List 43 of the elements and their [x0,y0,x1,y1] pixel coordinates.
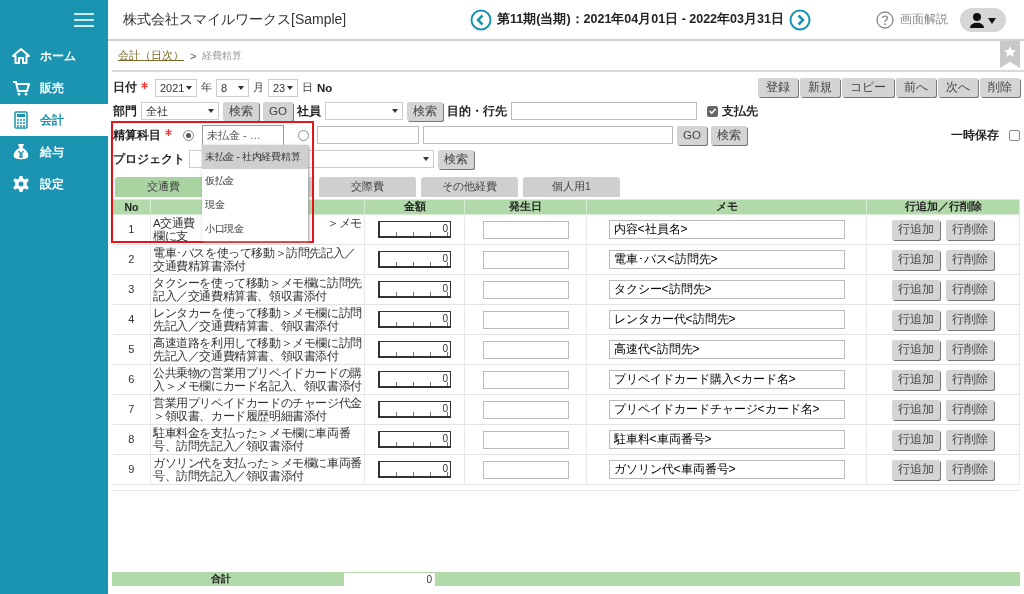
total-label: 合計 [210,572,232,586]
breadcrumb-separator: > [190,49,197,62]
row-number: 1 [112,214,151,245]
description-text: 公共乗物の営業用プリペイドカードの購入＞メモ欄にカード名記入、領収書添付 [153,366,362,392]
total-amount: 0 [344,572,435,586]
description-fragment: 欄に支 [153,229,188,243]
row-number: 7 [112,394,151,425]
description-fragment: A交通費 [153,216,196,230]
column-header: 行追加／行削除 [866,199,1020,215]
description-text: タクシーを使って移動＞メモ欄に訪問先記入／交通費精算書、領収書添付 [153,276,362,302]
row-number: 4 [112,304,151,335]
row-number: 2 [112,244,151,275]
project-label: プロジェクト [113,151,185,167]
description-text: レンタカーを使って移動＞メモ欄に訪問先記入／交通費精算書、領収書添付 [153,306,362,332]
column-header: 金額 [364,199,465,215]
row-number: 8 [112,424,151,455]
row-number: 9 [112,454,151,485]
column-header: No [112,199,151,215]
date-label: 日付 [113,80,137,95]
description-fragment: ＞メモ [327,216,362,230]
company-name: 株式会社スマイルワークス[Sample] [123,10,348,29]
description-text: ガソリン代を支払った＞メモ欄に車両番号、訪問先記入／領収書添付 [153,456,362,482]
month-unit: 月 [253,80,264,95]
account-label: 精算科目 [113,127,161,143]
column-header: 発生日 [464,199,587,215]
fiscal-period: 第11期(当期)：2021年04月01日 - 2022年03月31日 [497,11,784,28]
description-text: 駐車料金を支払った＞メモ欄に車両番号、訪問先記入／領収書添付 [153,426,351,452]
breadcrumb-current: 経費精算 [202,48,243,63]
description-text: 営業用プリペイドカードのチャージ代金＞領収書、カード履歴明細書添付 [153,396,362,422]
day-unit: 日 [302,80,313,95]
purpose-label: 目的・行先 [446,103,507,119]
column-header: メモ [586,199,867,215]
description-text: 高速道路を利用して移動＞メモ欄に訪問先記入／交通費精算書、領収書添付 [153,336,362,362]
payee-label: 支払先 [721,103,758,119]
row-number: 3 [112,274,151,305]
row-number: 6 [112,364,151,395]
temp-save-label: 一時保存 [951,127,999,143]
year-unit: 年 [201,80,212,95]
row-number: 5 [112,334,151,365]
department-label: 部門 [113,103,137,119]
number-label: No [317,81,333,94]
description-text: 電車･バスを使って移動＞訪問先記入／交通費精算書添付 [153,246,356,272]
employee-label: 社員 [296,103,321,119]
